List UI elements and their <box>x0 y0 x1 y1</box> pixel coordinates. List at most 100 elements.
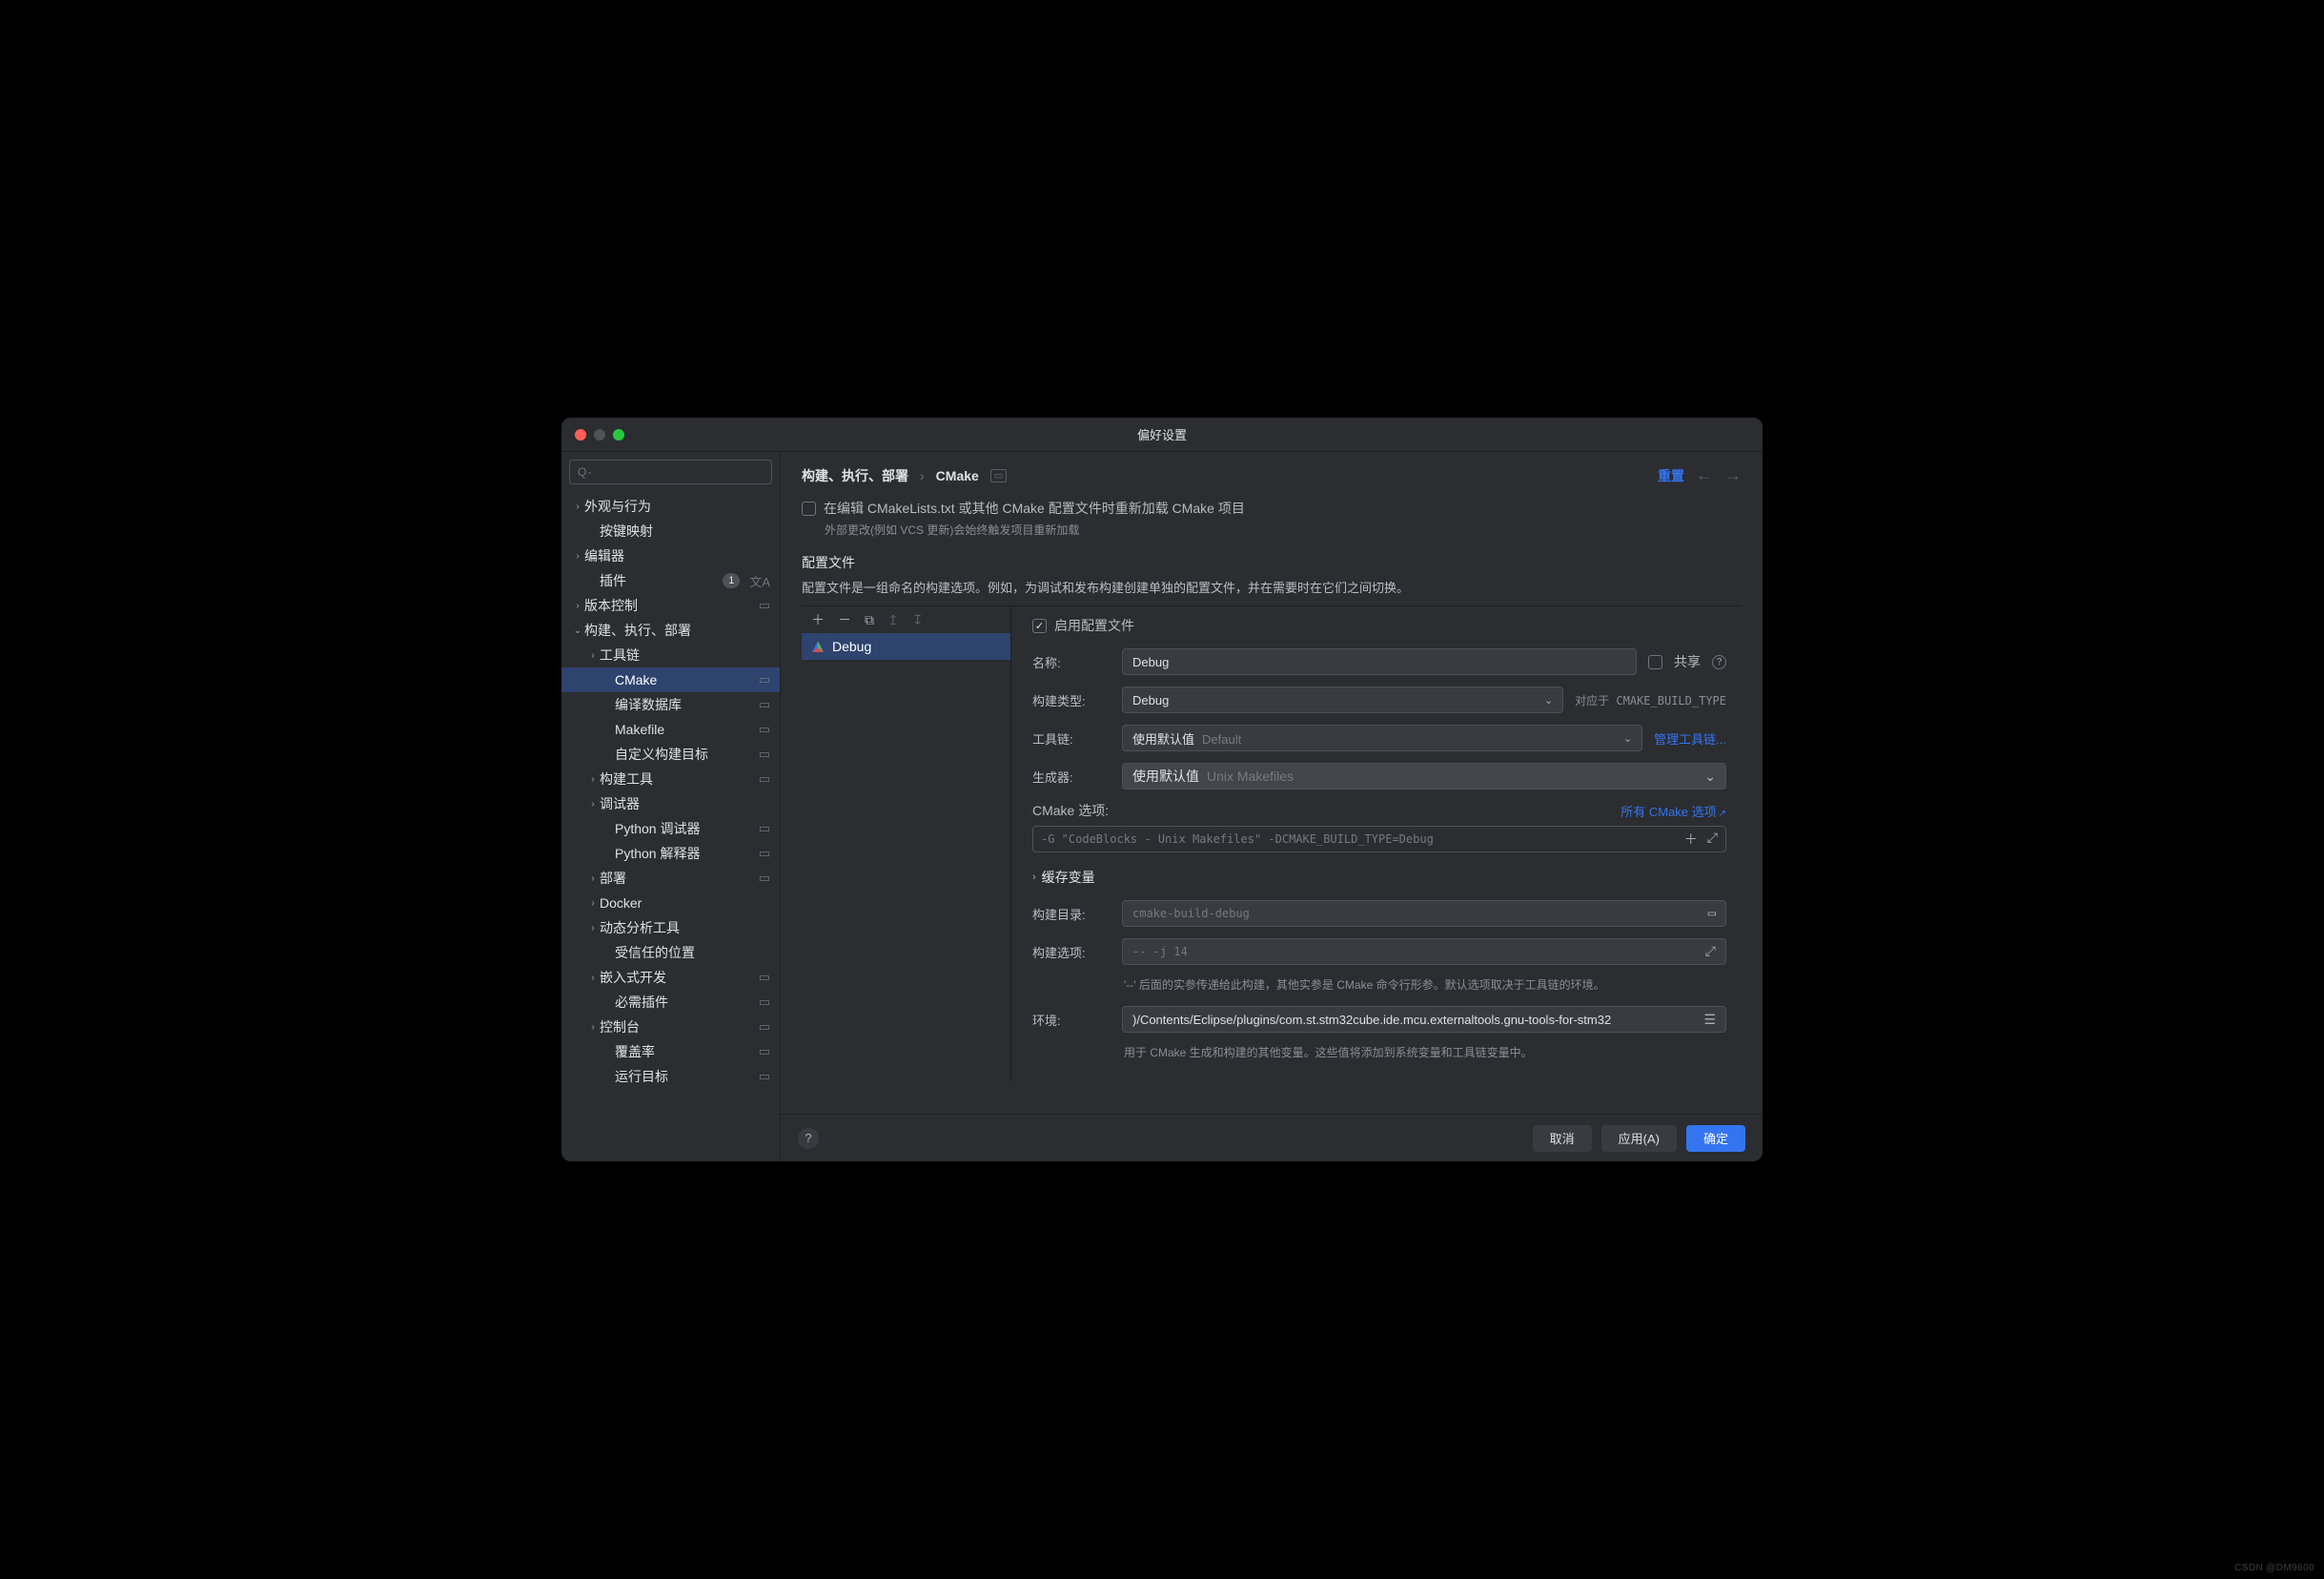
move-down-icon[interactable]: ↧ <box>912 612 924 628</box>
badge: 1 <box>723 573 740 588</box>
project-scope-icon: ▭ <box>759 821 770 836</box>
cmake-icon <box>811 640 825 653</box>
nav-forward-icon[interactable]: → <box>1724 465 1742 485</box>
add-profile-icon[interactable]: ＋ <box>811 610 825 629</box>
manage-toolchains-link[interactable]: 管理工具链... <box>1654 729 1726 748</box>
project-scope-icon: ▭ <box>759 970 770 985</box>
sidebar-item[interactable]: ›版本控制▭ <box>561 593 780 618</box>
sidebar-item[interactable]: 自定义构建目标▭ <box>561 742 780 767</box>
sidebar-item-label: Python 解释器 <box>615 844 755 863</box>
sidebar-item-label: 嵌入式开发 <box>600 968 755 987</box>
build-options-input[interactable]: -- -j 14 ⤢ <box>1122 938 1726 965</box>
build-options-label: 构建选项: <box>1032 943 1111 961</box>
project-scope-icon: ▭ <box>759 722 770 737</box>
sidebar-item[interactable]: ›部署▭ <box>561 866 780 891</box>
sidebar-item[interactable]: CMake▭ <box>561 667 780 692</box>
all-cmake-options-link[interactable]: 所有 CMake 选项↗ <box>1621 802 1726 820</box>
ok-button[interactable]: 确定 <box>1686 1125 1745 1152</box>
search-input[interactable] <box>569 460 772 484</box>
name-input[interactable]: Debug <box>1122 648 1637 675</box>
sidebar-item-label: 工具链 <box>600 646 770 665</box>
cache-variables-toggle[interactable]: › 缓存变量 <box>1032 868 1726 887</box>
chevron-right-icon: › <box>1032 872 1036 883</box>
profiles-title: 配置文件 <box>802 553 1742 572</box>
sidebar-item[interactable]: ›工具链 <box>561 643 780 667</box>
window-controls <box>575 429 624 441</box>
sidebar-item[interactable]: ›动态分析工具 <box>561 915 780 940</box>
reload-hint: 外部更改(例如 VCS 更新)会始终触发项目重新加载 <box>825 522 1742 538</box>
help-button[interactable]: ? <box>798 1128 819 1149</box>
settings-tree[interactable]: ›外观与行为按键映射›编辑器插件1文A›版本控制▭⌄构建、执行、部署›工具链CM… <box>561 492 780 1161</box>
project-scope-icon: ▭ <box>759 672 770 687</box>
sidebar-item[interactable]: ›调试器 <box>561 791 780 816</box>
minimize-window-icon[interactable] <box>594 429 605 441</box>
sidebar-item-label: 按键映射 <box>600 522 770 541</box>
expand-icon[interactable]: ⤢ <box>1705 944 1716 959</box>
help-icon[interactable]: ? <box>1712 655 1726 669</box>
apply-button[interactable]: 应用(A) <box>1601 1125 1677 1152</box>
titlebar[interactable]: 偏好设置 <box>561 418 1763 452</box>
project-scope-icon: ▭ <box>759 1019 770 1035</box>
sidebar-item[interactable]: Python 解释器▭ <box>561 841 780 866</box>
enable-profile-checkbox[interactable] <box>1032 619 1047 633</box>
sidebar-item-label: 编辑器 <box>584 546 770 565</box>
env-hint: 用于 CMake 生成和构建的其他变量。这些值将添加到系统变量和工具链变量中。 <box>1124 1044 1726 1060</box>
close-window-icon[interactable] <box>575 429 586 441</box>
chevron-down-icon: ⌄ <box>1704 769 1716 785</box>
build-type-select[interactable]: Debug ⌄ <box>1122 687 1563 713</box>
env-label: 环境: <box>1032 1011 1111 1029</box>
sidebar-item[interactable]: 覆盖率▭ <box>561 1039 780 1064</box>
sidebar-item[interactable]: 编译数据库 ▭ <box>561 692 780 717</box>
generator-label: 生成器: <box>1032 768 1111 786</box>
nav-back-icon[interactable]: ← <box>1696 465 1713 485</box>
sidebar-item[interactable]: ›控制台▭ <box>561 1015 780 1039</box>
sidebar-item[interactable]: ⌄构建、执行、部署 <box>561 618 780 643</box>
cancel-button[interactable]: 取消 <box>1533 1125 1592 1152</box>
add-option-icon[interactable]: ＋ <box>1684 830 1698 849</box>
build-dir-input[interactable]: cmake-build-debug ▭ <box>1122 900 1726 927</box>
reset-button[interactable]: 重置 <box>1658 466 1684 485</box>
expand-icon[interactable]: ⤢ <box>1707 830 1718 849</box>
window-title: 偏好设置 <box>1137 425 1187 443</box>
reload-checkbox-label: 在编辑 CMakeLists.txt 或其他 CMake 配置文件时重新加载 C… <box>824 499 1245 518</box>
sidebar-item[interactable]: 受信任的位置 <box>561 940 780 965</box>
dialog-footer: ? 取消 应用(A) 确定 <box>781 1114 1763 1161</box>
sidebar-item[interactable]: ›编辑器 <box>561 543 780 568</box>
enable-profile-label: 启用配置文件 <box>1054 616 1134 635</box>
sidebar-item[interactable]: Makefile▭ <box>561 717 780 742</box>
sidebar-item[interactable]: 必需插件▭ <box>561 990 780 1015</box>
move-up-icon[interactable]: ↥ <box>887 612 899 628</box>
toolchain-select[interactable]: 使用默认值Default ⌄ <box>1122 725 1642 751</box>
sidebar-item[interactable]: 按键映射 <box>561 519 780 543</box>
sidebar-item-label: 编译数据库 <box>615 695 755 714</box>
sidebar-item-label: 受信任的位置 <box>615 943 770 962</box>
env-input[interactable]: )/Contents/Eclipse/plugins/com.st.stm32c… <box>1122 1006 1726 1033</box>
sidebar-item-label: 外观与行为 <box>584 497 770 516</box>
list-icon[interactable]: ☰ <box>1703 1012 1716 1028</box>
folder-icon[interactable]: ▭ <box>1708 906 1716 921</box>
chevron-icon: › <box>586 774 600 785</box>
sidebar-item[interactable]: 运行目标▭ <box>561 1064 780 1089</box>
breadcrumb-root: 构建、执行、部署 <box>802 466 908 485</box>
chevron-right-icon: › <box>920 468 925 483</box>
cmake-options-label: CMake 选项: <box>1032 801 1109 820</box>
sidebar-item[interactable]: 插件1文A <box>561 568 780 593</box>
profiles-desc: 配置文件是一组命名的构建选项。例如，为调试和发布构建创建单独的配置文件，并在需要… <box>802 578 1742 596</box>
sidebar-item[interactable]: Python 调试器▭ <box>561 816 780 841</box>
share-checkbox[interactable] <box>1648 655 1662 669</box>
project-scope-icon: ▭ <box>759 697 770 712</box>
generator-select[interactable]: 使用默认值Unix Makefiles ⌄ <box>1122 763 1726 790</box>
reload-checkbox[interactable] <box>802 502 816 516</box>
sidebar-item[interactable]: ›嵌入式开发▭ <box>561 965 780 990</box>
remove-profile-icon[interactable]: － <box>838 610 851 629</box>
maximize-window-icon[interactable] <box>613 429 624 441</box>
sidebar-item[interactable]: ›Docker <box>561 891 780 915</box>
sidebar-item[interactable]: ›构建工具▭ <box>561 767 780 791</box>
sidebar-item[interactable]: ›外观与行为 <box>561 494 780 519</box>
sidebar-item-label: 必需插件 <box>615 993 755 1012</box>
copy-profile-icon[interactable]: ⧉ <box>865 612 874 628</box>
profile-item-debug[interactable]: Debug <box>802 633 1010 660</box>
sidebar-item-label: 部署 <box>600 869 755 888</box>
cmake-options-input[interactable]: -G "CodeBlocks - Unix Makefiles" -DCMAKE… <box>1032 826 1726 852</box>
breadcrumb-leaf: CMake <box>936 468 979 483</box>
